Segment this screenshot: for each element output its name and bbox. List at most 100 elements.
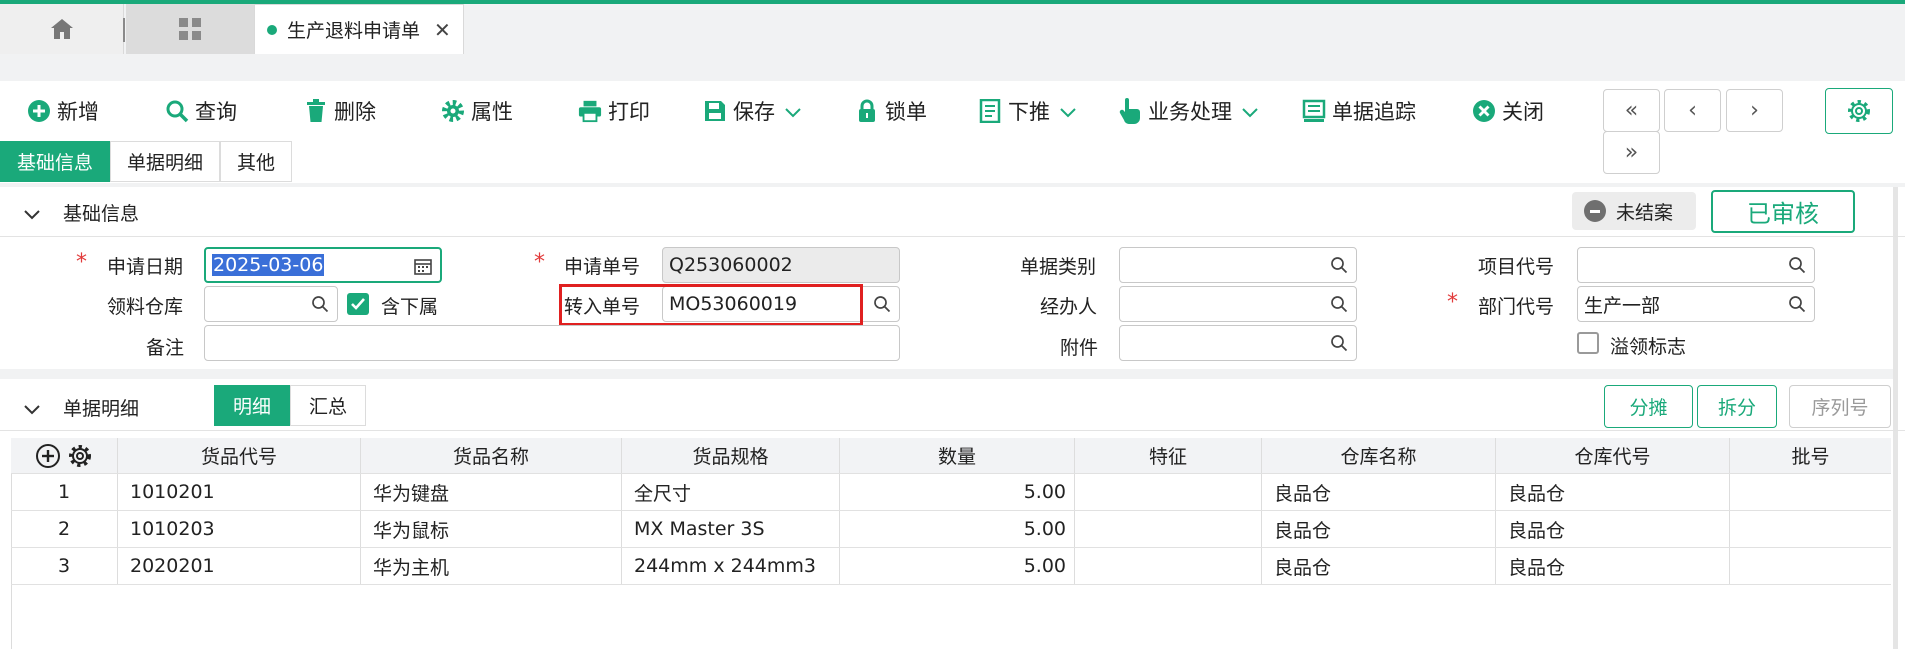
col-header-code[interactable]: 货品代号 (118, 438, 361, 473)
remark-label: 备注 (146, 337, 185, 359)
query-button[interactable]: 查询 (165, 95, 237, 127)
cell-qty[interactable]: 5.00 (840, 548, 1075, 584)
delete-button[interactable]: 删除 (304, 95, 376, 127)
cell-wh-code[interactable]: 良品仓 (1496, 548, 1730, 584)
col-header-feature[interactable]: 特征 (1075, 438, 1262, 473)
col-header-wh-code[interactable]: 仓库代号 (1496, 438, 1730, 473)
add-label: 新增 (57, 100, 99, 124)
cell-name[interactable]: 华为键盘 (361, 474, 622, 510)
warehouse-field[interactable] (204, 286, 338, 322)
cell-qty[interactable]: 5.00 (840, 474, 1075, 510)
col-header-qty[interactable]: 数量 (840, 438, 1075, 473)
print-button[interactable]: 打印 (578, 95, 650, 127)
grid-icon (179, 18, 201, 40)
apps-tab[interactable] (126, 4, 254, 54)
close-tab-icon[interactable]: ✕ (434, 18, 451, 42)
table-row[interactable]: 3 2020201 华为主机 244mm x 244mm3 5.00 良品仓 良… (11, 548, 1891, 585)
chevron-down-icon[interactable] (1242, 99, 1258, 123)
grid-header: 货品代号 货品名称 货品规格 数量 特征 仓库名称 仓库代号 批号 (11, 438, 1891, 474)
spacer (0, 54, 1905, 81)
add-button[interactable]: 新增 (27, 95, 99, 127)
tab-basic-info[interactable]: 基础信息 (0, 141, 111, 182)
next-record-button[interactable]: › (1726, 89, 1783, 132)
chevron-down-icon[interactable] (1060, 99, 1076, 123)
attachment-field[interactable] (1119, 325, 1357, 361)
cell-spec[interactable]: 244mm x 244mm3 (622, 548, 840, 584)
table-row[interactable]: 1 1010201 华为键盘 全尺寸 5.00 良品仓 良品仓 (11, 474, 1891, 511)
chevron-down-icon[interactable] (24, 201, 40, 225)
doc-type-label: 单据类别 (1020, 256, 1097, 278)
cell-batch[interactable] (1730, 474, 1891, 510)
tab-detail[interactable]: 单据明细 (110, 141, 221, 182)
search-icon[interactable] (1330, 295, 1348, 318)
serial-button[interactable]: 序列号 (1789, 385, 1891, 428)
apply-no-field[interactable]: Q253060002 (662, 247, 900, 283)
cell-batch[interactable] (1730, 511, 1891, 547)
chevron-down-icon[interactable] (785, 99, 801, 123)
trace-button[interactable]: 单据追踪 (1302, 95, 1416, 127)
search-icon[interactable] (1330, 334, 1348, 357)
gear-icon (1848, 100, 1870, 122)
include-sub-checkbox[interactable] (347, 293, 369, 315)
col-header-batch[interactable]: 批号 (1730, 438, 1891, 473)
search-icon[interactable] (1330, 256, 1348, 279)
cell-spec[interactable]: MX Master 3S (622, 511, 840, 547)
col-header-spec[interactable]: 货品规格 (622, 438, 840, 473)
properties-button[interactable]: 属性 (441, 95, 513, 127)
cell-spec[interactable]: 全尺寸 (622, 474, 840, 510)
col-header-name[interactable]: 货品名称 (361, 438, 622, 473)
gear-icon (441, 99, 465, 123)
cell-code[interactable]: 2020201 (118, 548, 361, 584)
cell-batch[interactable] (1730, 548, 1891, 584)
remark-field[interactable] (204, 325, 900, 361)
col-header-wh-name[interactable]: 仓库名称 (1262, 438, 1496, 473)
search-icon[interactable] (311, 295, 329, 318)
last-record-button[interactable]: » (1603, 131, 1660, 174)
split-button[interactable]: 拆分 (1697, 385, 1777, 428)
apply-date-field[interactable]: 2025-03-06 (204, 247, 442, 283)
doc-type-field[interactable] (1119, 247, 1357, 283)
tab-other[interactable]: 其他 (220, 141, 293, 182)
save-button[interactable]: 保存 (703, 95, 801, 127)
lock-button[interactable]: 锁单 (855, 95, 927, 127)
cell-wh-name[interactable]: 良品仓 (1262, 474, 1496, 510)
handler-field[interactable] (1119, 286, 1357, 322)
cell-code[interactable]: 1010203 (118, 511, 361, 547)
search-icon[interactable] (873, 295, 891, 318)
chevron-down-icon[interactable] (24, 396, 40, 420)
cell-feature[interactable] (1075, 548, 1262, 584)
add-row-icon[interactable] (35, 443, 61, 469)
cell-feature[interactable] (1075, 511, 1262, 547)
toggle-summary[interactable]: 汇总 (290, 385, 367, 426)
push-down-button[interactable]: 下推 (978, 95, 1076, 127)
over-issue-checkbox[interactable] (1577, 332, 1599, 354)
push-down-label: 下推 (1008, 100, 1050, 124)
close-button[interactable]: 关闭 (1472, 95, 1544, 127)
cell-wh-name[interactable]: 良品仓 (1262, 511, 1496, 547)
dept-code-field[interactable]: 生产一部 (1577, 286, 1815, 322)
cell-wh-code[interactable]: 良品仓 (1496, 511, 1730, 547)
cell-name[interactable]: 华为主机 (361, 548, 622, 584)
search-icon[interactable] (1788, 256, 1806, 279)
prev-record-button[interactable]: ‹ (1664, 89, 1721, 132)
cell-feature[interactable] (1075, 474, 1262, 510)
table-row[interactable]: 2 1010203 华为鼠标 MX Master 3S 5.00 良品仓 良品仓 (11, 511, 1891, 548)
calendar-icon[interactable] (414, 257, 432, 280)
handler-label: 经办人 (1040, 296, 1098, 318)
gear-icon[interactable] (67, 443, 93, 469)
cell-qty[interactable]: 5.00 (840, 511, 1075, 547)
settings-button[interactable] (1825, 88, 1893, 134)
allocate-button[interactable]: 分摊 (1604, 385, 1693, 428)
project-code-field[interactable] (1577, 247, 1815, 283)
cell-name[interactable]: 华为鼠标 (361, 511, 622, 547)
search-icon[interactable] (1788, 295, 1806, 318)
double-chevron-right-icon: » (1624, 140, 1639, 165)
home-tab[interactable] (0, 4, 124, 54)
first-record-button[interactable]: « (1603, 89, 1660, 132)
cell-code[interactable]: 1010201 (118, 474, 361, 510)
cell-wh-name[interactable]: 良品仓 (1262, 548, 1496, 584)
cell-wh-code[interactable]: 良品仓 (1496, 474, 1730, 510)
tab-return-request[interactable]: 生产退料申请单 ✕ (254, 4, 464, 54)
business-button[interactable]: 业务处理 (1118, 95, 1258, 127)
toggle-detail[interactable]: 明细 (214, 385, 291, 426)
